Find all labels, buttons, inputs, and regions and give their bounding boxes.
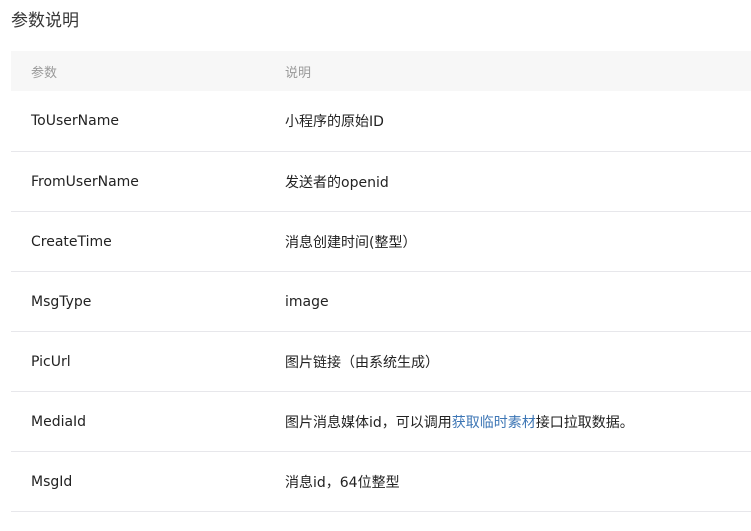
section-title: 参数说明 <box>11 11 79 31</box>
param-name: MsgId <box>31 473 73 490</box>
param-name: PicUrl <box>31 353 71 370</box>
param-name: FromUserName <box>31 173 139 190</box>
table-header-row: 参数 说明 <box>11 51 751 91</box>
column-header-param: 参数 <box>31 65 58 81</box>
param-description: 小程序的原始ID <box>285 114 384 130</box>
table-row: PicUrl 图片链接（由系统生成） <box>11 332 751 392</box>
table-row: CreateTime 消息创建时间(整型） <box>11 212 751 272</box>
table-row: ToUserName 小程序的原始ID <box>11 91 751 152</box>
param-description: 消息创建时间(整型） <box>285 234 417 251</box>
param-description: image <box>285 293 329 310</box>
param-name: MsgType <box>31 293 92 310</box>
param-name: ToUserName <box>31 113 119 129</box>
param-description: 发送者的openid <box>285 174 389 191</box>
table-row: FromUserName 发送者的openid <box>11 152 751 212</box>
table-row: MsgId 消息id，64位整型 <box>11 452 751 512</box>
table-row: MediaId 图片消息媒体id，可以调用获取临时素材接口拉取数据。 <box>11 392 751 452</box>
table-row: MsgType image <box>11 272 751 332</box>
param-description: 图片链接（由系统生成） <box>285 354 439 371</box>
description-text-after: 接口拉取数据。 <box>535 414 634 431</box>
description-text-before: 图片消息媒体id，可以调用 <box>285 414 452 431</box>
column-header-description: 说明 <box>285 65 312 81</box>
parameter-table: 参数 说明 ToUserName 小程序的原始ID FromUserName 发… <box>11 51 751 512</box>
table-body: ToUserName 小程序的原始ID FromUserName 发送者的ope… <box>11 91 751 512</box>
param-description: 图片消息媒体id，可以调用获取临时素材接口拉取数据。 <box>285 392 751 452</box>
param-name: MediaId <box>31 413 87 430</box>
param-description: 消息id，64位整型 <box>285 474 400 491</box>
param-name: CreateTime <box>31 233 112 250</box>
get-temp-material-link[interactable]: 获取临时素材 <box>452 415 536 431</box>
table-header: 参数 说明 <box>11 51 751 91</box>
